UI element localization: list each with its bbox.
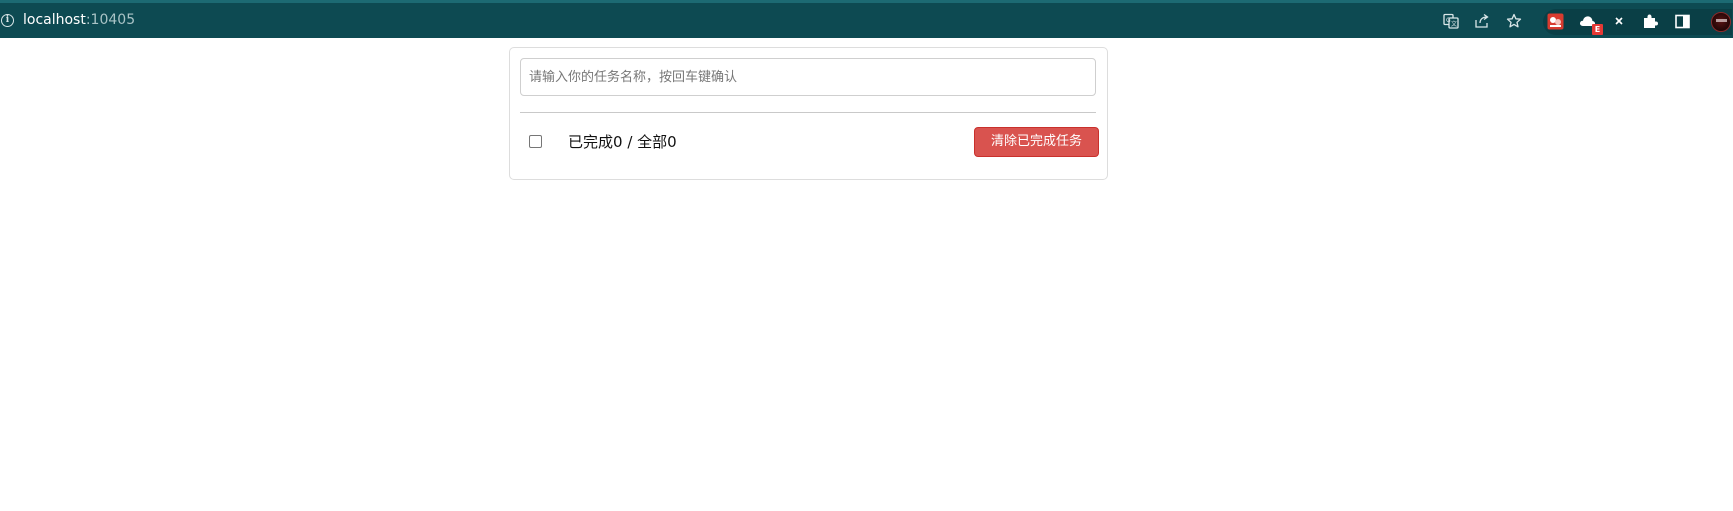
completion-status: 已完成0 / 全部0: [568, 133, 677, 151]
url-host: localhost: [23, 12, 86, 28]
avatar[interactable]: [1711, 12, 1731, 32]
clear-completed-button[interactable]: 清除已完成任务: [974, 127, 1099, 157]
status-all-label: 全部: [637, 133, 668, 151]
select-all-checkbox[interactable]: [529, 135, 542, 148]
extension-badge: E: [1592, 24, 1603, 35]
status-prefix: 已完成: [568, 133, 614, 151]
todo-card: 已完成0 / 全部0 清除已完成任务: [509, 47, 1108, 180]
address-bar[interactable]: localhost:10405: [23, 12, 135, 29]
extensions-area: [1543, 9, 1732, 35]
star-icon[interactable]: [1505, 12, 1523, 30]
url-port: :10405: [85, 12, 136, 28]
info-icon[interactable]: i: [1, 14, 14, 27]
browser-toolbar: i localhost:10405 G 文 E: [0, 0, 1733, 38]
status-separator: /: [622, 133, 638, 151]
task-name-input[interactable]: [520, 58, 1096, 96]
x-extension-icon[interactable]: [1610, 12, 1628, 30]
done-count: 0: [613, 133, 623, 151]
total-count: 0: [667, 133, 677, 151]
sidebar-icon[interactable]: [1673, 12, 1691, 30]
todo-footer: 已完成0 / 全部0 清除已完成任务: [510, 127, 1107, 157]
share-icon[interactable]: [1473, 12, 1491, 30]
extension-red-icon[interactable]: [1546, 12, 1564, 30]
svg-text:文: 文: [1451, 20, 1457, 28]
translate-icon[interactable]: G 文: [1442, 12, 1460, 30]
divider: [520, 112, 1096, 113]
puzzle-icon[interactable]: [1641, 12, 1659, 30]
